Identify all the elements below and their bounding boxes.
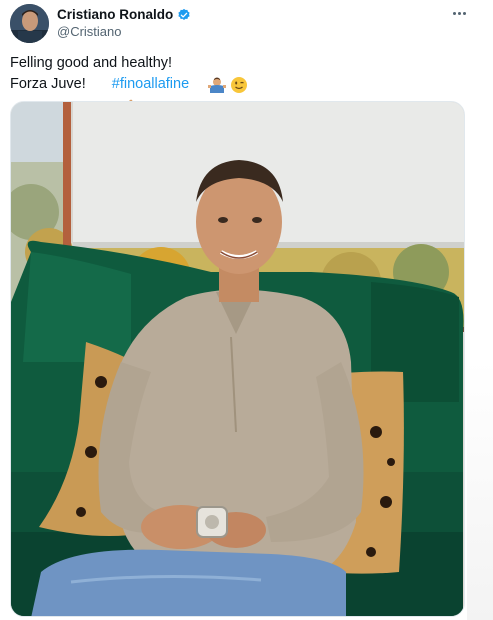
verified-badge-icon (177, 8, 191, 22)
tweet-photo[interactable] (10, 101, 465, 617)
display-name[interactable]: Cristiano Ronaldo (57, 7, 173, 23)
page-background-strip (467, 360, 493, 620)
author-block: Cristiano Ronaldo @Cristiano (57, 7, 191, 40)
tweet-line-2-text: Forza Juve! (10, 76, 86, 92)
tweet-card: Cristiano Ronaldo @Cristiano Felling goo… (0, 0, 493, 620)
author-handle[interactable]: @Cristiano (57, 24, 191, 40)
tweet-line-1: Felling good and healthy! (10, 53, 480, 93)
hashtag-link[interactable]: #finoallafine (112, 74, 189, 95)
tweet-text: Felling good and healthy! Forza Juve! #f… (10, 53, 480, 112)
avatar[interactable] (10, 4, 49, 43)
tweet-line-1-text: Felling good and healthy! (10, 55, 173, 71)
winking-face-emoji-icon (198, 55, 248, 93)
more-options-icon[interactable] (449, 6, 469, 20)
man-shrugging-emoji-icon (176, 55, 227, 93)
flexed-biceps-emoji-icon (90, 76, 137, 112)
tweet-header: Cristiano Ronaldo @Cristiano (10, 4, 483, 44)
